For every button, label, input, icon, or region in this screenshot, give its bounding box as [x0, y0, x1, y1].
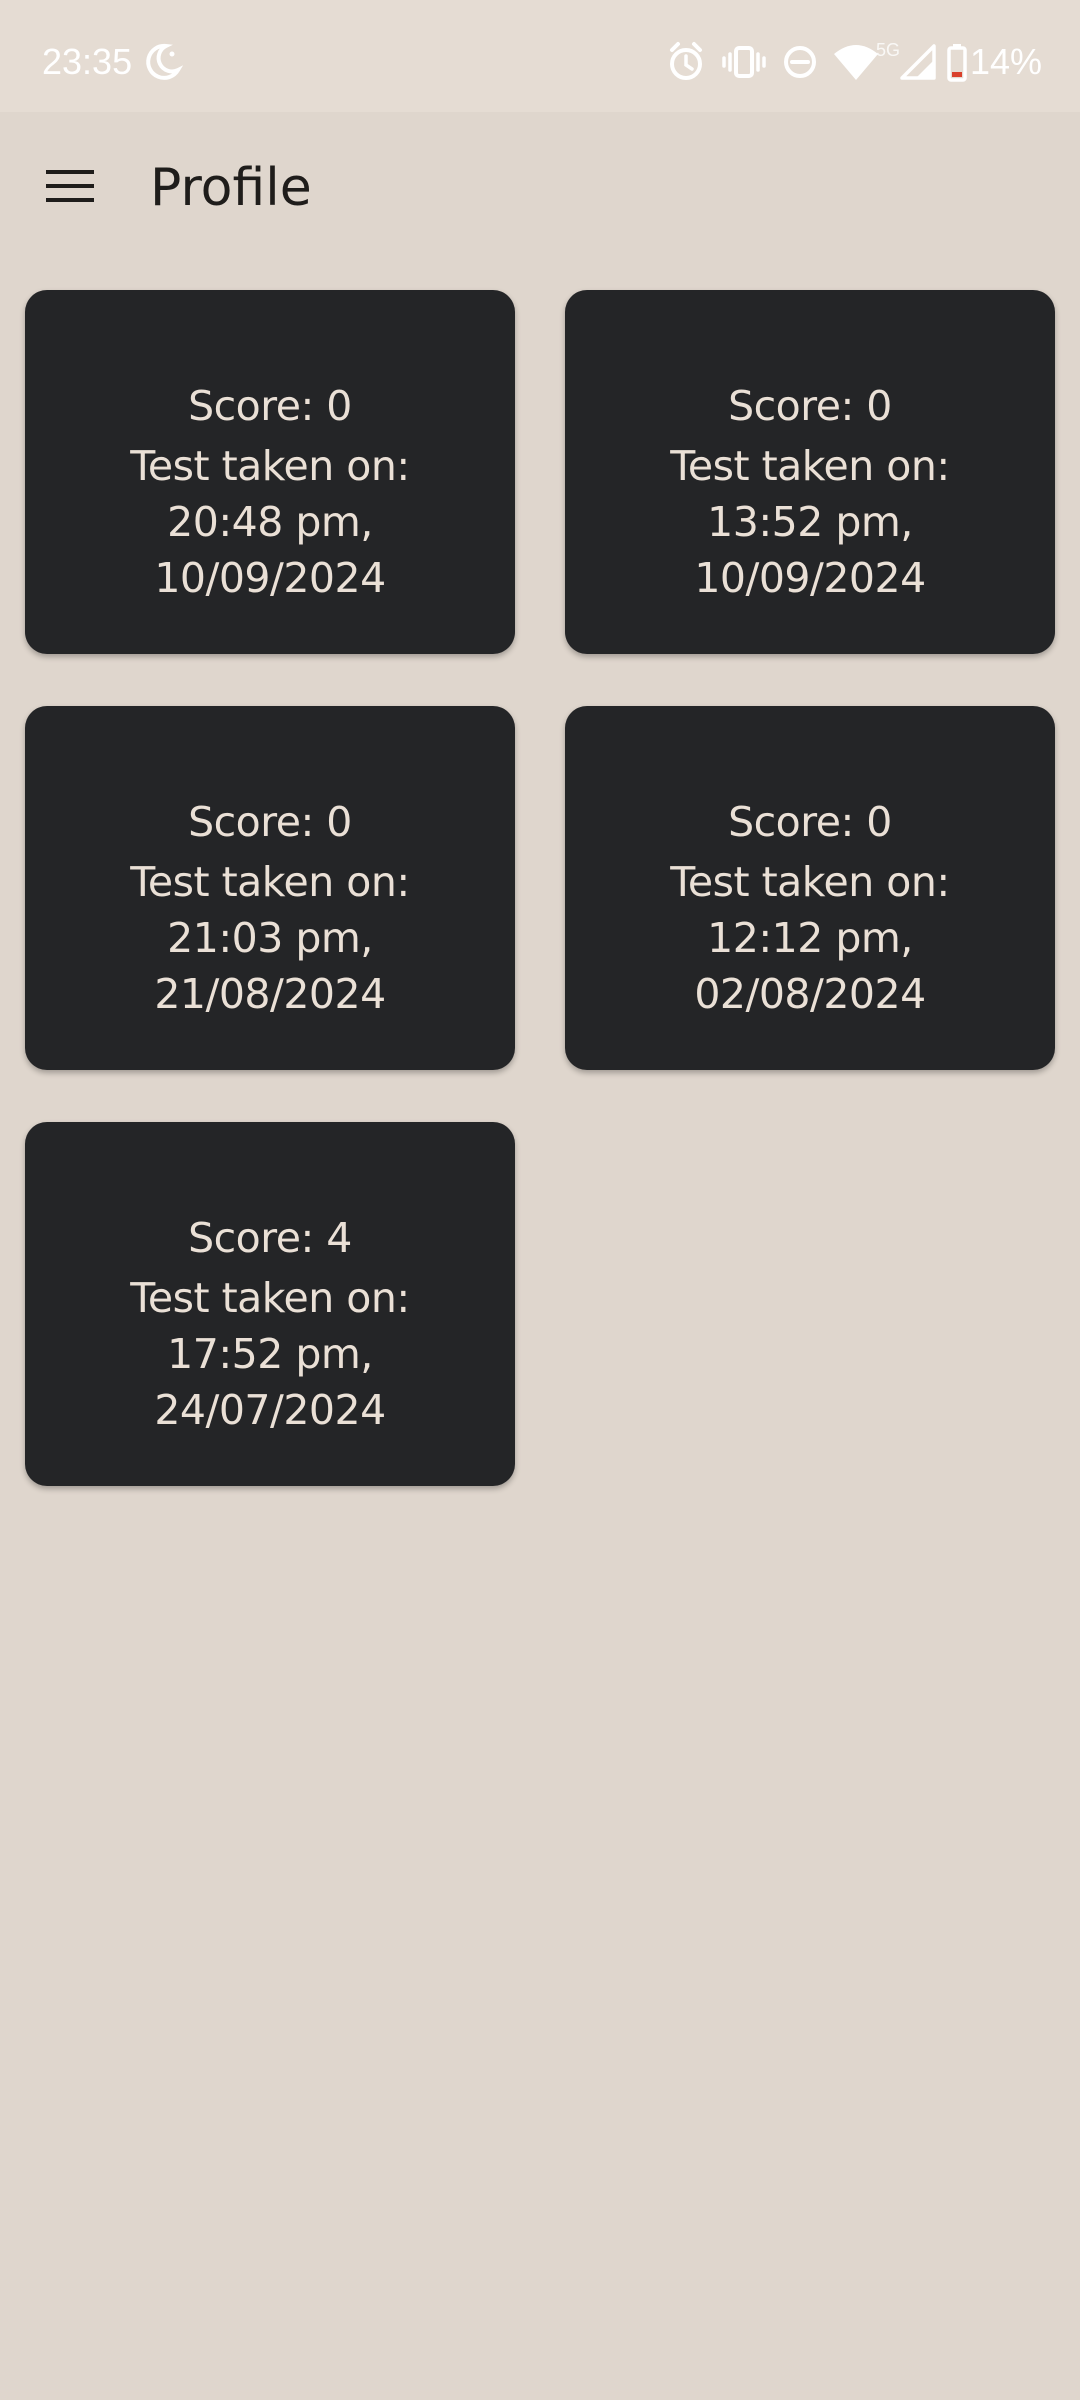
score-text: Score: 0: [188, 382, 352, 430]
do-not-disturb-icon: [780, 40, 824, 84]
test-time: 21:03 pm,: [167, 914, 373, 962]
test-time: 17:52 pm,: [167, 1330, 373, 1378]
test-result-card[interactable]: Score: 0 Test taken on: 20:48 pm, 10/09/…: [25, 290, 515, 654]
test-time: 12:12 pm,: [707, 914, 913, 962]
score-text: Score: 0: [728, 382, 892, 430]
test-result-card[interactable]: Score: 0 Test taken on: 13:52 pm, 10/09/…: [565, 290, 1055, 654]
test-date: 10/09/2024: [154, 554, 386, 602]
menu-icon: [45, 166, 95, 210]
menu-button[interactable]: [30, 151, 110, 225]
test-result-card[interactable]: Score: 4 Test taken on: 17:52 pm, 24/07/…: [25, 1122, 515, 1486]
battery-icon: [946, 40, 970, 84]
test-result-card[interactable]: Score: 0 Test taken on: 21:03 pm, 21/08/…: [25, 706, 515, 1070]
battery-percent: 14%: [970, 41, 1043, 82]
test-taken-label: Test taken on:: [130, 1274, 410, 1322]
page-title: Profile: [150, 158, 312, 218]
test-taken-label: Test taken on:: [670, 442, 950, 490]
test-result-card[interactable]: Score: 0 Test taken on: 12:12 pm, 02/08/…: [565, 706, 1055, 1070]
score-text: Score: 0: [728, 798, 892, 846]
test-time: 20:48 pm,: [167, 498, 373, 546]
test-date: 10/09/2024: [694, 554, 926, 602]
vibrate-icon: [722, 40, 766, 84]
test-results-grid: Score: 0 Test taken on: 20:48 pm, 10/09/…: [25, 290, 1055, 1486]
score-text: Score: 0: [188, 798, 352, 846]
wifi-icon: [832, 40, 878, 84]
test-date: 21/08/2024: [154, 970, 386, 1018]
test-time: 13:52 pm,: [707, 498, 913, 546]
app-bar: Profile: [0, 112, 1080, 264]
network-type-label: 5G: [876, 40, 901, 60]
score-text: Score: 4: [188, 1214, 352, 1262]
test-taken-label: Test taken on:: [130, 858, 410, 906]
test-taken-label: Test taken on:: [670, 858, 950, 906]
test-date: 02/08/2024: [694, 970, 926, 1018]
status-bar: 23:35 5G 14%: [0, 0, 1080, 112]
signal-icon: [900, 40, 944, 84]
test-taken-label: Test taken on:: [130, 442, 410, 490]
moon-icon: [144, 40, 188, 84]
test-date: 24/07/2024: [154, 1386, 386, 1434]
status-time: 23:35: [42, 41, 133, 82]
alarm-icon: [666, 40, 710, 84]
